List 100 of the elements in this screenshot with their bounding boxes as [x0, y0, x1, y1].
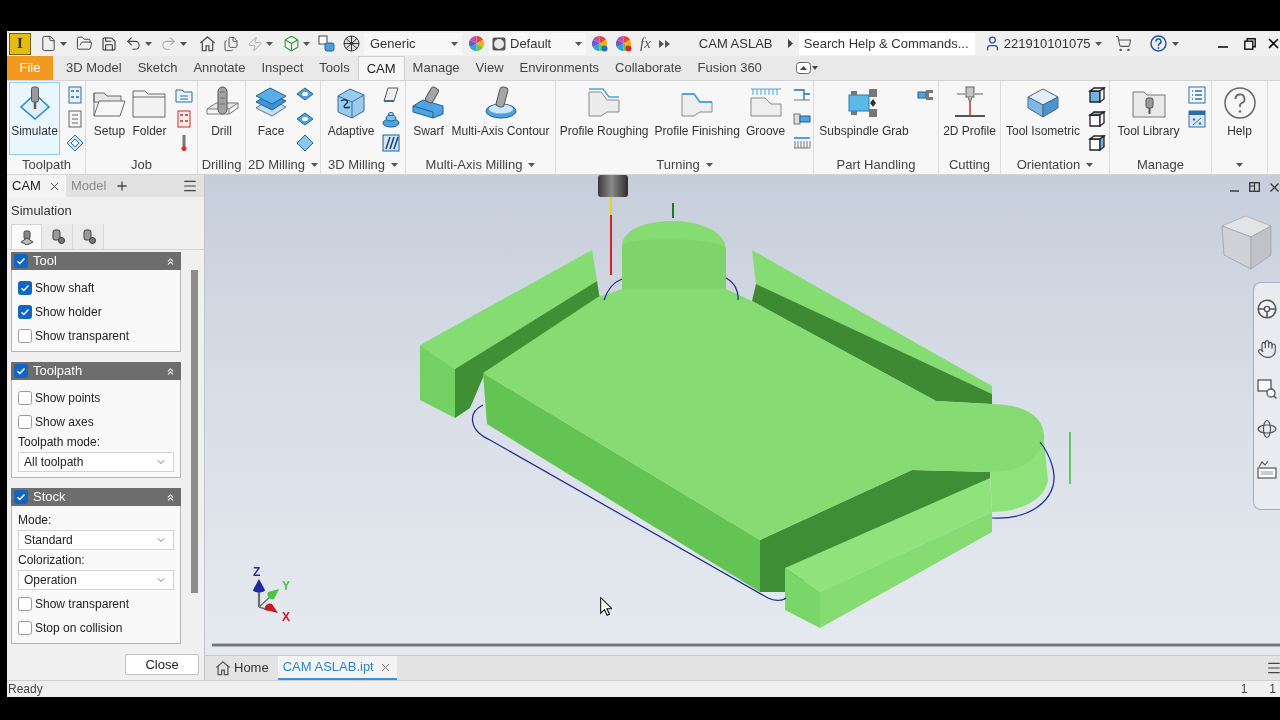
- ribbon-tab[interactable]: Inspect: [253, 56, 312, 80]
- scrollbar[interactable]: [190, 270, 198, 593]
- caret-icon[interactable]: [1236, 163, 1243, 167]
- close-icon[interactable]: [1268, 38, 1279, 49]
- caret-icon[interactable]: [266, 41, 273, 46]
- ribbon-tab[interactable]: Fusion 360: [689, 56, 770, 80]
- steering-wheel-icon[interactable]: [1257, 299, 1277, 319]
- color-wheel-icon[interactable]: [591, 35, 608, 52]
- ribbon-button[interactable]: Tool Library: [1115, 82, 1182, 155]
- caret-icon[interactable]: [145, 41, 152, 46]
- ribbon-tab[interactable]: Environments: [511, 56, 608, 80]
- material-dropdown[interactable]: Generic: [364, 32, 462, 55]
- undo-icon[interactable]: [125, 35, 142, 52]
- pan-hand-icon[interactable]: [1257, 339, 1277, 359]
- orbit-icon[interactable]: [1257, 419, 1277, 439]
- section-header[interactable]: Stock: [11, 488, 181, 506]
- ribbon-tab[interactable]: Manage: [404, 56, 468, 80]
- diamond-icon[interactable]: [296, 134, 314, 152]
- document-tab[interactable]: Home: [210, 656, 274, 680]
- checkbox[interactable]: [18, 281, 32, 295]
- comb-icon[interactable]: [793, 134, 812, 152]
- view-tab[interactable]: [73, 224, 104, 249]
- section-header[interactable]: Toolpath: [11, 362, 181, 380]
- spoked-wheel-icon[interactable]: [343, 35, 360, 52]
- caret-icon[interactable]: [391, 163, 399, 167]
- appearance-dropdown[interactable]: Default: [489, 32, 586, 55]
- help-icon[interactable]: [1149, 35, 1167, 52]
- restore-icon[interactable]: [1244, 37, 1256, 50]
- ribbon-button[interactable]: Subspindle Grab: [817, 82, 911, 155]
- ring-plate-icon[interactable]: [296, 110, 314, 128]
- list-icon[interactable]: [1187, 86, 1206, 104]
- caret-icon[interactable]: [60, 41, 67, 46]
- user-name[interactable]: 221910101075: [1003, 33, 1091, 54]
- menu-icon[interactable]: [182, 178, 198, 194]
- caret-icon[interactable]: [303, 41, 310, 46]
- cube-outline-icon[interactable]: [1088, 110, 1106, 128]
- color-wheel-icon[interactable]: [615, 35, 632, 52]
- new-document-icon[interactable]: [40, 35, 57, 52]
- ribbon-button[interactable]: Groove: [743, 82, 788, 155]
- ribbon-tab[interactable]: 3D Model: [58, 56, 130, 80]
- panel-toggle-icon[interactable]: [795, 62, 818, 74]
- open-folder-icon[interactable]: [76, 35, 93, 52]
- shaft-step-icon[interactable]: [793, 110, 812, 128]
- panel-tab[interactable]: CAM: [7, 175, 66, 197]
- checkbox[interactable]: [14, 490, 28, 504]
- slanted-plate-icon[interactable]: [382, 86, 401, 104]
- cube-outline-icon[interactable]: [1088, 86, 1106, 104]
- ribbon-tab[interactable]: Collaborate: [607, 56, 690, 80]
- double-arrow-icon[interactable]: [658, 39, 670, 48]
- formula-button[interactable]: fx: [640, 36, 651, 51]
- plus-icon[interactable]: [115, 179, 130, 193]
- ribbon-button[interactable]: Profile Roughing: [557, 82, 651, 155]
- caret-icon[interactable]: [1094, 41, 1102, 46]
- ribbon-button[interactable]: Tool Isometric: [1004, 82, 1082, 155]
- view-tab[interactable]: [11, 224, 42, 249]
- ribbon-button[interactable]: Adaptive: [325, 82, 377, 155]
- ribbon-button[interactable]: Multi-Axis Contour: [449, 82, 552, 155]
- menu-icon[interactable]: [1266, 660, 1280, 676]
- save-icon[interactable]: [101, 35, 117, 52]
- checkbox[interactable]: [14, 364, 28, 378]
- checkbox[interactable]: [18, 597, 32, 611]
- code-document-icon[interactable]: [174, 110, 193, 128]
- section-header[interactable]: Tool: [11, 252, 181, 270]
- checkbox[interactable]: [18, 391, 32, 405]
- checkbox[interactable]: [18, 305, 32, 319]
- triangle-arrow-icon[interactable]: [787, 39, 793, 48]
- ribbon-button[interactable]: Setup: [90, 82, 129, 155]
- dropdown-field[interactable]: Standard: [18, 530, 174, 550]
- framed-chart-icon[interactable]: [1257, 459, 1277, 479]
- documents-icon[interactable]: [223, 35, 239, 52]
- layered-dome-icon[interactable]: [382, 110, 401, 128]
- code-document-icon[interactable]: [65, 86, 84, 104]
- collapse-icon[interactable]: [165, 365, 176, 377]
- ribbon-tab[interactable]: View: [467, 56, 512, 80]
- checkbox[interactable]: [18, 621, 32, 635]
- ribbon-button[interactable]: 2D Profile: [941, 82, 998, 155]
- ribbon-button[interactable]: Folder: [130, 82, 169, 155]
- checkbox[interactable]: [18, 329, 32, 343]
- collapse-icon[interactable]: [165, 491, 176, 503]
- checkbox[interactable]: [14, 254, 28, 268]
- app-logo[interactable]: I: [9, 32, 31, 55]
- zoom-window-icon[interactable]: [1257, 379, 1277, 399]
- ribbon-button[interactable]: Face: [252, 82, 290, 155]
- cube-outline-icon[interactable]: [1088, 134, 1106, 152]
- ribbon-button[interactable]: Profile Finishing: [652, 82, 742, 155]
- percent-panel-icon[interactable]: [1187, 110, 1206, 128]
- ribbon-tab[interactable]: Annotate: [185, 56, 254, 80]
- ribbon-tab[interactable]: Sketch: [129, 56, 186, 80]
- caret-icon[interactable]: [180, 41, 187, 46]
- close-button[interactable]: Close: [125, 653, 199, 675]
- ribbon-button[interactable]: Help: [1220, 82, 1259, 155]
- ribbon-button[interactable]: Swarf: [409, 82, 448, 155]
- diamond-icon[interactable]: [65, 134, 84, 152]
- hatched-tile-icon[interactable]: [382, 134, 401, 152]
- close-icon[interactable]: [1270, 182, 1279, 192]
- color-wheel-icon[interactable]: [468, 35, 485, 52]
- caret-icon[interactable]: [1171, 41, 1179, 46]
- caret-icon[interactable]: [705, 163, 713, 167]
- ribbon-button[interactable]: Simulate: [9, 82, 60, 155]
- ribbon-tab[interactable]: CAM: [357, 56, 405, 80]
